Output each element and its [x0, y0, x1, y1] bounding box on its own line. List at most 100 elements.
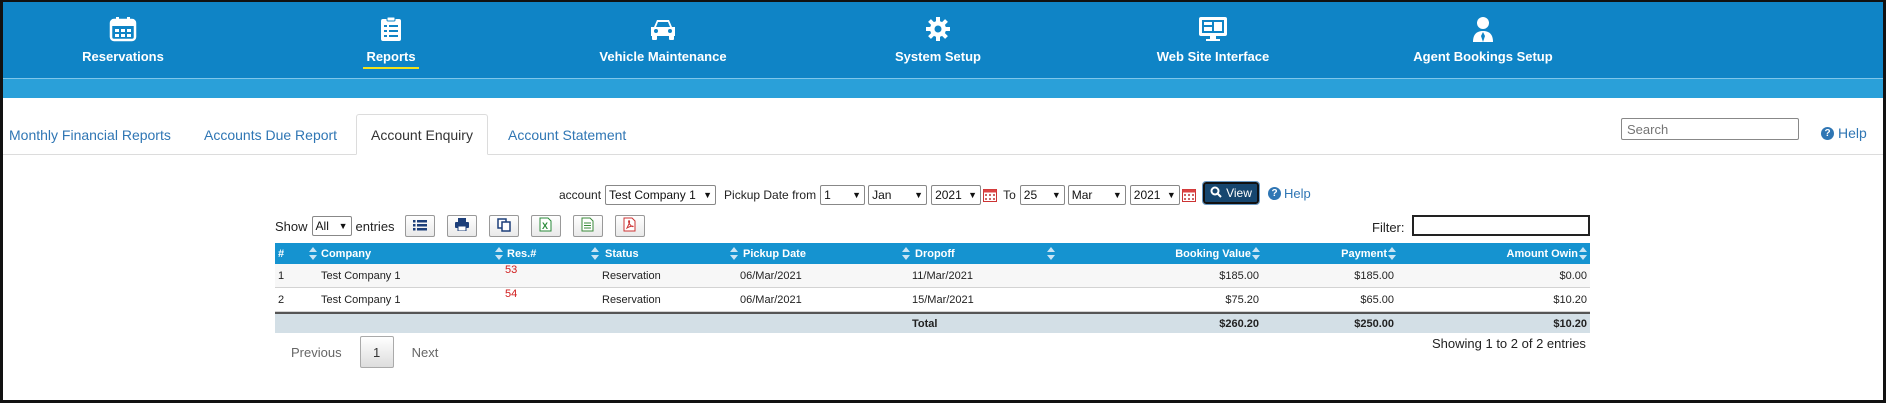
column-header-payment[interactable]: Payment — [1265, 243, 1387, 264]
cell-status: Reservation — [602, 269, 661, 282]
from-year-select[interactable]: 2021 ▼ — [931, 185, 982, 205]
cell-booking-value: $185.00 — [1219, 269, 1259, 282]
calendar-picker-icon[interactable] — [983, 188, 998, 202]
search-input[interactable] — [1621, 118, 1799, 140]
to-month-select[interactable]: Mar ▼ — [1067, 185, 1126, 205]
page-1-button[interactable]: 1 — [359, 336, 394, 368]
table-header: # Company Res.# Status Pickup Date Dropo… — [275, 243, 1590, 264]
account-label: account — [559, 188, 602, 202]
table-info: Showing 1 to 2 of 2 entries — [1432, 336, 1586, 351]
pdf-icon — [623, 217, 636, 235]
search-icon — [1210, 186, 1222, 201]
monitor-icon — [1198, 14, 1228, 44]
filter-input[interactable] — [1412, 215, 1590, 236]
car-icon — [648, 14, 678, 44]
view-label: View — [1226, 186, 1252, 200]
chevron-down-icon: ▼ — [1051, 190, 1061, 200]
question-circle-icon: ? — [1268, 187, 1281, 200]
pdf-export-button[interactable] — [614, 215, 645, 237]
excel-export-button[interactable]: X — [530, 215, 561, 237]
column-header-status[interactable]: Status — [605, 243, 639, 264]
account-select[interactable]: Test Company 1 ▼ — [605, 185, 717, 205]
previous-page-button[interactable]: Previous — [281, 345, 352, 360]
nav-vehicle-maintenance[interactable]: Vehicle Maintenance — [593, 2, 733, 78]
to-day-select[interactable]: 25 ▼ — [1019, 185, 1065, 205]
cell-res-number[interactable]: 54 — [505, 282, 517, 305]
to-year-select[interactable]: 2021 ▼ — [1129, 185, 1180, 205]
column-header-amount-owing[interactable]: Amount Owin — [1405, 243, 1579, 264]
cell-number: 2 — [278, 293, 285, 306]
column-header-dropoff[interactable]: Dropoff — [915, 243, 955, 264]
copy-icon — [496, 217, 511, 235]
column-header-company[interactable]: Company — [321, 243, 371, 264]
cell-pickup-date: 06/Mar/2021 — [740, 293, 802, 306]
to-year-value: 2021 — [1133, 188, 1161, 202]
entries-select[interactable]: All ▼ — [311, 216, 352, 236]
from-month-select[interactable]: Jan ▼ — [868, 185, 928, 205]
cell-res-number[interactable]: 53 — [505, 258, 517, 281]
cell-booking-value: $75.20 — [1225, 293, 1259, 306]
pickup-date-label: Pickup Date from — [724, 188, 817, 202]
nav-reservations[interactable]: Reservations — [58, 2, 188, 78]
column-header-number[interactable]: # — [278, 243, 284, 264]
nav-reports[interactable]: Reports — [326, 2, 456, 78]
print-button[interactable] — [446, 215, 477, 237]
copy-button[interactable] — [488, 215, 519, 237]
csv-export-button[interactable] — [572, 215, 603, 237]
nav-web-site-interface[interactable]: Web Site Interface — [1143, 2, 1283, 78]
excel-icon: X — [539, 217, 552, 235]
csv-icon — [581, 217, 594, 235]
filter-row: account Test Company 1 ▼ Pickup Date from… — [559, 184, 1196, 206]
print-icon — [454, 218, 469, 234]
view-button[interactable]: View — [1202, 181, 1260, 205]
from-month-value: Jan — [872, 188, 892, 202]
chevron-down-icon: ▼ — [852, 190, 862, 200]
column-header-pickup-date[interactable]: Pickup Date — [743, 243, 806, 264]
table-footer-row: Total $260.20 $250.00 $10.20 — [275, 312, 1590, 333]
cell-company: Test Company 1 — [321, 293, 401, 306]
entries-label: entries — [355, 218, 395, 234]
column-header-booking-value[interactable]: Booking Value — [1035, 243, 1251, 264]
chevron-down-icon: ▼ — [914, 190, 924, 200]
next-page-button[interactable]: Next — [402, 345, 449, 360]
footer-amount-owing: $10.20 — [1553, 317, 1587, 330]
nav-label: Reservations — [82, 49, 164, 64]
cell-company: Test Company 1 — [321, 269, 401, 282]
help-label: Help — [1284, 186, 1311, 201]
nav-system-setup[interactable]: System Setup — [873, 2, 1003, 78]
account-enquiry-table: # Company Res.# Status Pickup Date Dropo… — [275, 243, 1590, 333]
sort-icon — [902, 247, 910, 260]
tab-accounts-due-report[interactable]: Accounts Due Report — [204, 114, 337, 155]
sort-icon — [591, 247, 599, 260]
nav-agent-bookings-setup[interactable]: Agent Bookings Setup — [1403, 2, 1563, 78]
tab-account-statement[interactable]: Account Statement — [508, 114, 626, 155]
help-label: Help — [1838, 125, 1867, 141]
nav-label: Reports — [366, 49, 416, 64]
table-row[interactable]: 2 Test Company 1 54 Reservation 06/Mar/2… — [275, 288, 1590, 312]
tab-account-enquiry[interactable]: Account Enquiry — [356, 114, 488, 155]
sort-icon — [1579, 247, 1587, 260]
top-navigation: Reservations Reports Vehicle Maintenance… — [3, 2, 1883, 78]
to-month-value: Mar — [1071, 188, 1093, 202]
from-day-select[interactable]: 1 ▼ — [820, 185, 866, 205]
nav-label: System Setup — [895, 49, 981, 64]
help-link[interactable]: ? Help — [1821, 125, 1867, 141]
table-row[interactable]: 1 Test Company 1 53 Reservation 06/Mar/2… — [275, 264, 1590, 288]
from-day-value: 1 — [824, 188, 831, 202]
cell-number: 1 — [278, 269, 285, 282]
from-year-value: 2021 — [935, 188, 962, 202]
tab-monthly-financial-reports[interactable]: Monthly Financial Reports — [9, 114, 171, 155]
cell-amount-owing: $10.20 — [1553, 293, 1587, 306]
cell-pickup-date: 06/Mar/2021 — [740, 269, 802, 282]
sort-icon — [309, 247, 317, 260]
column-visibility-button[interactable] — [404, 215, 435, 237]
cell-dropoff: 11/Mar/2021 — [912, 269, 973, 282]
filter-help-link[interactable]: ? Help — [1268, 186, 1311, 201]
list-icon — [412, 219, 427, 234]
account-value: Test Company 1 — [609, 188, 696, 202]
agent-icon — [1468, 14, 1498, 44]
cell-status: Reservation — [602, 293, 661, 306]
calendar-picker-icon[interactable] — [1181, 188, 1196, 202]
sort-icon — [495, 247, 503, 260]
nav-label: Vehicle Maintenance — [599, 49, 727, 64]
